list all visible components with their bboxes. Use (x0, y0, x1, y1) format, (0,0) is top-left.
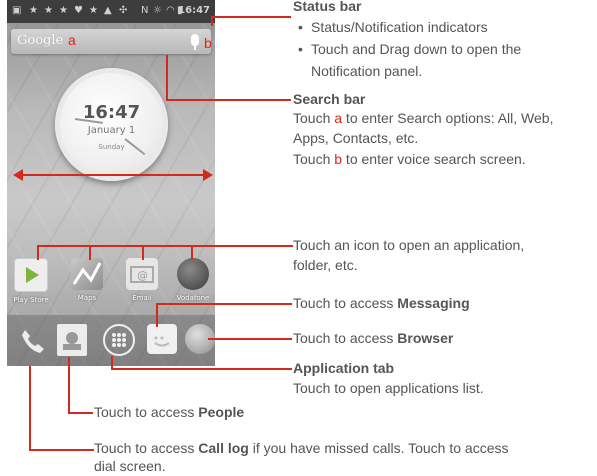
microphone-icon[interactable] (191, 34, 199, 50)
usb-icon: ✣ (119, 5, 128, 16)
callout-line (208, 338, 292, 340)
maps-icon (71, 258, 103, 290)
callout-line (29, 366, 31, 450)
status-bar-title: Status bar (293, 0, 362, 14)
alarm-icon: ☼ (153, 5, 162, 16)
notification-icon: ★ (89, 5, 98, 16)
icon-callout-line1: Touch an icon to open an application, (293, 237, 525, 253)
google-search-bar[interactable]: Google a b (11, 29, 212, 54)
wifi-icon: ◠ (166, 5, 175, 16)
status-bar-bullet: Status/Notification indicators (311, 19, 488, 35)
notification-icon: ★ (59, 5, 68, 16)
text: Touch to access (94, 404, 199, 420)
callout-line (111, 368, 292, 370)
callout-line (142, 246, 144, 260)
text: Touch to access (293, 295, 398, 311)
search-bar-line3: Touch b to enter voice search screen. (293, 150, 526, 169)
icon-callout-line2: folder, etc. (293, 257, 358, 273)
callout-line (191, 246, 193, 260)
messaging-icon[interactable] (147, 324, 177, 354)
bullet-icon: • (298, 19, 303, 35)
notification-icon: ♥ (74, 5, 83, 16)
search-label-a: a (68, 32, 76, 48)
status-bar[interactable]: ▣ ★ ★ ★ ♥ ★ ▲ ✣ N ☼ ◠ ▮ 16:47 (7, 0, 215, 23)
status-bar-bullet: Touch and Drag down to open the (311, 41, 522, 57)
messaging-label: Messaging (397, 295, 470, 311)
call-log-callout-line1: Touch to access Call log if you have mis… (94, 439, 509, 458)
arrow-right-icon (203, 169, 213, 181)
warning-icon: ▲ (104, 5, 112, 16)
app-drawer-icon[interactable] (103, 324, 135, 356)
callout-line (89, 246, 91, 260)
app-vodafone[interactable]: Vodafone (173, 258, 213, 302)
callout-line (37, 246, 39, 260)
nfc-icon: N (141, 5, 149, 16)
text: Touch to access (94, 440, 199, 456)
phone-icon[interactable] (18, 326, 46, 354)
email-icon: @ (126, 258, 158, 290)
text: if you have missed calls. Touch to acces… (248, 440, 509, 456)
browser-label: Browser (397, 330, 454, 346)
clock-date: January 1 (87, 125, 136, 136)
text: to enter Search options: All, Web, (342, 110, 554, 126)
people-label: People (198, 404, 245, 420)
call-log-callout-line2: dial screen. (94, 458, 166, 474)
search-bar-line1: Touch a to enter Search options: All, We… (293, 109, 553, 128)
swipe-arrow (17, 174, 204, 176)
app-tab-title: Application tab (293, 360, 395, 376)
callout-line (29, 449, 94, 451)
app-email[interactable]: @ Email (122, 258, 162, 302)
notification-icon: ▣ (12, 5, 22, 16)
bullet-icon: • (298, 41, 303, 57)
search-bar-title: Search bar (293, 91, 366, 107)
people-icon[interactable] (57, 324, 87, 356)
arrow-left-icon (13, 169, 23, 181)
call-log-label: Call log (198, 440, 249, 456)
callout-line (37, 245, 293, 247)
callout-line (211, 16, 291, 18)
search-bar-line2: Apps, Contacts, etc. (293, 130, 419, 146)
callout-line (156, 303, 158, 327)
status-bar-bullet: Notification panel. (311, 63, 423, 79)
app-maps[interactable]: Maps (67, 258, 107, 302)
messaging-callout: Touch to access Messaging (293, 294, 470, 313)
app-label: Maps (77, 294, 97, 302)
callout-line (68, 412, 93, 414)
svg-text:@: @ (137, 269, 148, 282)
text: Touch (293, 110, 335, 126)
app-tab-text: Touch to open applications list. (293, 380, 484, 396)
key-a: a (334, 110, 343, 126)
app-label: Vodafone (176, 294, 210, 302)
clock-widget[interactable]: 16:47 January 1 Sunday (55, 68, 168, 181)
browser-callout: Touch to access Browser (293, 329, 453, 348)
vodafone-icon (177, 258, 209, 290)
play-store-icon (14, 258, 48, 292)
key-b: b (334, 151, 343, 167)
app-label: Play Store (13, 296, 49, 304)
callout-line (156, 303, 292, 305)
callout-line (68, 357, 70, 413)
app-label: Email (132, 294, 152, 302)
app-play-store[interactable]: Play Store (11, 258, 51, 304)
google-logo: Google (17, 33, 64, 48)
notification-icon: ★ (44, 5, 53, 16)
callout-line (166, 99, 291, 101)
clock-day: Sunday (98, 143, 125, 151)
phone-screenshot: ▣ ★ ★ ★ ♥ ★ ▲ ✣ N ☼ ◠ ▮ 16:47 Google a b… (7, 0, 215, 366)
text: to enter voice search screen. (342, 151, 526, 167)
status-time: 16:47 (178, 5, 210, 16)
text: Touch (293, 151, 335, 167)
notification-icon: ★ (29, 5, 38, 16)
search-label-b: b (204, 35, 212, 51)
clock-time: 16:47 (82, 102, 141, 123)
people-callout: Touch to access People (94, 403, 244, 422)
callout-line (166, 55, 168, 100)
text: Touch to access (293, 330, 398, 346)
